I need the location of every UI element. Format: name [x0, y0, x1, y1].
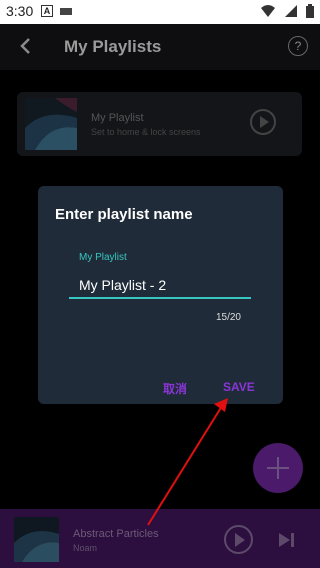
status-time: 3:30 — [6, 3, 34, 19]
add-playlist-button[interactable] — [253, 443, 303, 493]
playlist-name-dialog: Enter playlist name My Playlist My Playl… — [38, 186, 283, 404]
signal-icon — [284, 5, 297, 17]
playlist-card[interactable]: My Playlist Set to home & lock screens — [17, 92, 302, 156]
field-label: My Playlist — [79, 252, 127, 263]
playlist-name: My Playlist — [91, 112, 144, 124]
track-artist: Noam — [73, 543, 98, 553]
playlist-subtitle: Set to home & lock screens — [91, 127, 201, 137]
status-bar: 3:30 A — [0, 0, 320, 24]
track-artwork — [14, 517, 59, 562]
a-badge-icon: A — [41, 5, 53, 17]
track-title: Abstract Particles — [73, 528, 159, 540]
play-circle-icon[interactable] — [224, 525, 253, 554]
page-title: My Playlists — [64, 37, 162, 56]
keyboard-icon — [60, 8, 72, 15]
character-counter: 15/20 — [215, 312, 241, 323]
save-button[interactable]: SAVE — [223, 380, 255, 394]
dialog-title: Enter playlist name — [55, 206, 193, 223]
playlist-artwork — [25, 98, 77, 150]
help-icon[interactable]: ? — [288, 36, 308, 56]
app-bar: My Playlists ? — [0, 24, 320, 70]
cancel-button[interactable]: 取消 — [163, 380, 187, 397]
mini-player[interactable]: Abstract Particles Noam — [0, 509, 320, 568]
back-arrow-icon[interactable] — [14, 34, 38, 58]
play-circle-icon[interactable] — [250, 109, 276, 135]
battery-icon — [306, 4, 314, 18]
wifi-icon — [261, 5, 276, 17]
playlist-name-input[interactable]: My Playlist - 2 — [79, 277, 166, 293]
status-icons — [257, 4, 314, 22]
input-underline — [69, 297, 251, 299]
skip-next-icon[interactable] — [278, 531, 296, 549]
